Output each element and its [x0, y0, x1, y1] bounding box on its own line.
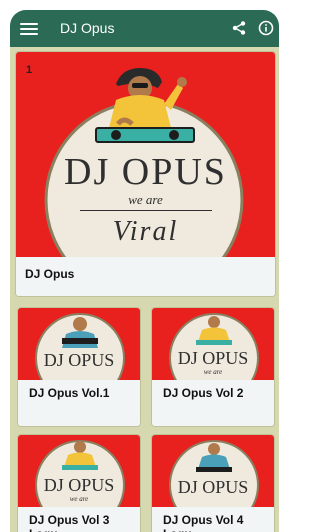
- logo-text-main: DJ OPUS: [43, 350, 115, 370]
- menu-icon[interactable]: [20, 20, 38, 37]
- album-art: DJ OPUS we are: [152, 308, 274, 380]
- featured-art: DJ OPUS we are Viral: [16, 52, 275, 257]
- logo-text-sub: we are: [69, 495, 89, 503]
- logo-text-main: DJ OPUS: [177, 477, 249, 497]
- album-card[interactable]: DJ OPUS we are DJ Opus Vol 2: [151, 307, 275, 427]
- info-icon[interactable]: [258, 20, 274, 36]
- app-screen: DJ Opus DJ OPUS we are Viral 1 DJ Opus D…: [10, 10, 279, 532]
- album-art: DJ OPUS: [18, 308, 140, 380]
- logo-text-main: DJ OPUS: [177, 348, 249, 368]
- album-card-title: DJ Opus Vol 2: [152, 380, 274, 426]
- app-bar: DJ Opus: [10, 10, 279, 47]
- logo-text-sub: we are: [203, 368, 223, 376]
- album-card[interactable]: DJ OPUS we are DJ Opus Vol 3 Lagu: [17, 434, 141, 532]
- album-card-title: DJ Opus Vol 4 Lagu: [152, 507, 274, 532]
- share-icon[interactable]: [231, 20, 247, 36]
- album-art: DJ OPUS we are: [18, 435, 140, 507]
- album-card-title: DJ Opus Vol 3 Lagu: [18, 507, 140, 532]
- featured-card-title: DJ Opus: [16, 257, 275, 296]
- app-title: DJ Opus: [60, 20, 115, 36]
- album-card[interactable]: DJ OPUS DJ Opus Vol 4 Lagu: [151, 434, 275, 532]
- featured-card[interactable]: DJ OPUS we are Viral 1 DJ Opus: [15, 51, 276, 297]
- logo-text-tagline: Viral: [112, 216, 179, 247]
- logo-text-sub: we are: [128, 192, 163, 207]
- card-index: 1: [26, 64, 33, 76]
- album-art: DJ OPUS: [152, 435, 274, 507]
- logo-text-main: DJ OPUS: [43, 475, 115, 495]
- logo-divider: [80, 210, 212, 211]
- album-card-title: DJ Opus Vol.1: [18, 380, 140, 426]
- logo-text-main: DJ OPUS: [64, 151, 227, 193]
- album-card[interactable]: DJ OPUS DJ Opus Vol.1: [17, 307, 141, 427]
